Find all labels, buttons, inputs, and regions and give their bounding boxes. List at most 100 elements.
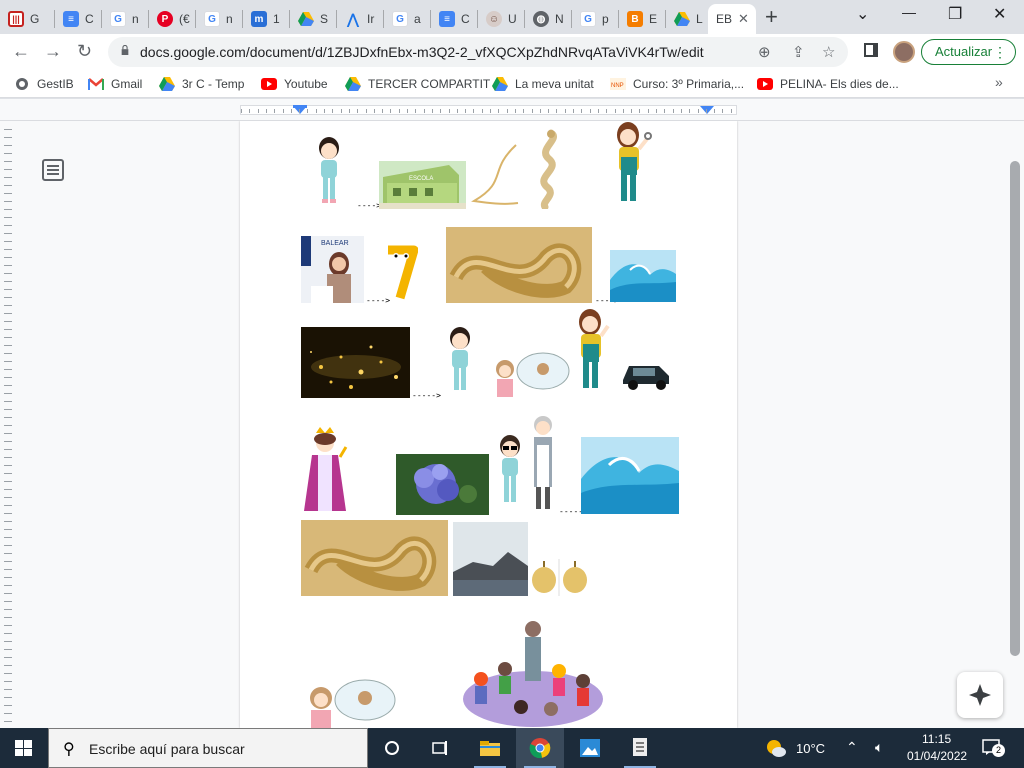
ruler-tick <box>4 393 12 394</box>
tab-google[interactable]: G p <box>572 4 614 34</box>
tab-search-icon[interactable]: ⌄ <box>856 4 869 24</box>
tab-drive[interactable]: L <box>666 4 708 34</box>
tab-moodle[interactable]: m 1 <box>243 4 285 34</box>
tab-pinterest[interactable]: P (€ <box>149 4 191 34</box>
new-tab-button[interactable]: + <box>765 6 778 28</box>
bookmark-label: TERCER COMPARTIT <box>368 77 491 91</box>
bookmark-tercer[interactable]: TERCER COMPARTIT <box>345 76 490 92</box>
ruler-tick <box>373 109 375 113</box>
ruler-tick <box>440 109 442 113</box>
cortana-icon[interactable] <box>368 728 416 768</box>
ruler-tick <box>4 633 12 634</box>
tray-chevron-up-icon[interactable]: ⌃ <box>846 739 858 756</box>
tab-globe[interactable]: ◍ N <box>525 4 567 34</box>
tab-drive[interactable]: S <box>290 4 332 34</box>
ruler-tick <box>606 109 608 113</box>
scrollbar-thumb[interactable] <box>1010 161 1020 656</box>
hydrangea-photo <box>396 454 489 515</box>
windows-start-icon[interactable] <box>15 740 33 757</box>
ruler-tick <box>531 109 533 113</box>
bookmark-label: GestIB <box>37 77 74 91</box>
bookmark-pelina[interactable]: PELINA- Els dies de... <box>757 76 899 92</box>
tab-gestib[interactable]: ||| G <box>0 4 42 34</box>
wave-icon <box>581 437 679 514</box>
tab-docs[interactable]: ≡ C <box>431 4 473 34</box>
tab-active-document[interactable]: EB ✕ <box>708 4 756 34</box>
tab-prism[interactable]: ⋀ Ir <box>337 4 379 34</box>
tab-docs[interactable]: ≡ C <box>55 4 97 34</box>
back-button[interactable]: ← <box>12 40 30 62</box>
file-explorer-icon[interactable] <box>466 728 514 768</box>
ruler-tick <box>4 225 12 226</box>
vertical-scrollbar[interactable] <box>1007 121 1024 728</box>
car-icon <box>619 352 675 394</box>
close-icon[interactable]: ✕ <box>738 11 749 27</box>
ruler-tick <box>573 109 574 113</box>
share-icon[interactable]: ⇪ <box>792 43 805 61</box>
ruler-tick <box>4 641 12 642</box>
ruler-tick <box>523 109 525 113</box>
minimize-button[interactable]: — <box>902 4 916 20</box>
url-text[interactable]: docs.google.com/document/d/1ZBJDxfnEbx-m… <box>140 44 704 60</box>
profile-avatar[interactable] <box>893 41 915 63</box>
address-bar[interactable]: docs.google.com/document/d/1ZBJDxfnEbx-m… <box>108 37 848 67</box>
update-button[interactable]: Actualizar ⋮ <box>921 39 1016 65</box>
ruler-tick <box>4 617 12 618</box>
tab-google[interactable]: G n <box>102 4 144 34</box>
clock-date[interactable]: 01/04/2022 <box>907 749 967 763</box>
clock-time[interactable]: 11:15 <box>922 732 951 746</box>
ruler-tick <box>4 529 12 530</box>
document-page[interactable]: ----> ESCOLA BALEAR ----> ----> -----> -… <box>240 121 737 728</box>
bookmarks-more-button[interactable]: » <box>995 74 1003 90</box>
photos-icon[interactable] <box>566 728 614 768</box>
tab-avatar[interactable]: ☺ U <box>478 4 520 34</box>
ruler-tick <box>4 433 12 434</box>
side-panel-icon[interactable] <box>864 43 878 57</box>
reload-button[interactable]: ↻ <box>77 40 92 62</box>
document-outline-icon[interactable] <box>42 159 64 181</box>
drive-icon <box>492 76 508 92</box>
bookmark-3rc[interactable]: 3r C - Temp <box>159 76 244 92</box>
ruler-tick <box>714 109 716 113</box>
bookmark-curso[interactable]: NNP Curso: 3º Primaria,... <box>610 76 744 92</box>
close-window-button[interactable]: ✕ <box>993 4 1006 24</box>
ruler-tick <box>4 177 12 178</box>
task-view-icon[interactable] <box>416 728 464 768</box>
ruler-tick <box>4 681 12 682</box>
ruler-tick <box>4 161 12 162</box>
forward-button[interactable]: → <box>44 40 62 62</box>
ruler-tick <box>398 109 400 113</box>
tab-blogger[interactable]: B E <box>619 4 661 34</box>
right-indent-marker[interactable] <box>700 106 714 114</box>
bookmark-star-icon[interactable]: ☆ <box>822 43 835 61</box>
document-app-icon[interactable] <box>616 728 664 768</box>
ruler-tick <box>4 409 12 410</box>
ruler-tick <box>4 713 12 714</box>
bookmark-gmail[interactable]: Gmail <box>88 76 142 92</box>
menu-dots-icon[interactable]: ⋮ <box>993 40 1007 64</box>
ruler-tick <box>456 109 458 113</box>
tab-label: EB <box>716 12 733 26</box>
weather-icon[interactable] <box>765 738 787 763</box>
ruler-tick <box>4 265 12 266</box>
taskbar-search[interactable]: ⚲ Escribe aquí para buscar <box>48 728 368 768</box>
bookmark-gestib[interactable]: GestIB <box>14 76 74 92</box>
ruler-tick <box>4 361 12 362</box>
volume-icon[interactable]: 🔈︎ <box>875 739 883 756</box>
chrome-icon[interactable] <box>516 728 564 768</box>
ruler-tick <box>315 109 317 113</box>
ruler-tick <box>722 109 724 113</box>
bookmark-unitat[interactable]: La meva unitat <box>492 76 594 92</box>
ruler-tick <box>4 337 12 338</box>
taskbar-search-placeholder: Escribe aquí para buscar <box>89 741 245 757</box>
tab-label: n <box>132 12 139 26</box>
notifications-icon[interactable]: 2 <box>982 738 1005 757</box>
tab-google[interactable]: G a <box>384 4 426 34</box>
explore-button[interactable] <box>957 672 1003 718</box>
restore-button[interactable]: ❐ <box>948 4 962 24</box>
blogger-icon: B <box>627 11 643 27</box>
bookmark-youtube[interactable]: Youtube <box>261 76 328 92</box>
tab-google[interactable]: G n <box>196 4 238 34</box>
school-sign-text: ESCOLA <box>409 176 433 182</box>
zoom-icon[interactable]: ⊕ <box>758 43 771 61</box>
